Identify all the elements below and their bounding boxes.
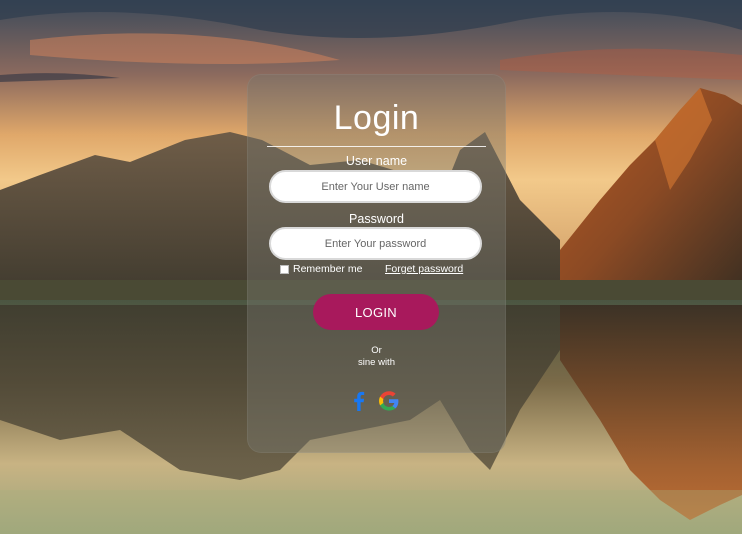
sign-with-text: sine with (358, 357, 395, 368)
forget-password-link[interactable]: Forget password (385, 263, 463, 275)
login-page: Login User name Password Remember me For… (0, 0, 742, 534)
username-input[interactable] (269, 170, 482, 203)
username-label: User name (345, 154, 408, 168)
remember-me-label: Remember me (293, 263, 363, 275)
remember-me-checkbox[interactable] (280, 265, 289, 274)
google-icon[interactable] (377, 389, 401, 413)
or-divider-text: Or (371, 345, 382, 356)
password-input[interactable] (269, 227, 482, 260)
login-title: Login (333, 99, 420, 137)
login-card: Login User name Password Remember me For… (247, 74, 506, 453)
title-divider (267, 146, 486, 147)
password-label: Password (349, 212, 404, 226)
facebook-icon[interactable] (347, 389, 371, 413)
login-options-row: Remember me Forget password (280, 263, 480, 277)
login-button[interactable]: LOGIN (313, 294, 439, 330)
